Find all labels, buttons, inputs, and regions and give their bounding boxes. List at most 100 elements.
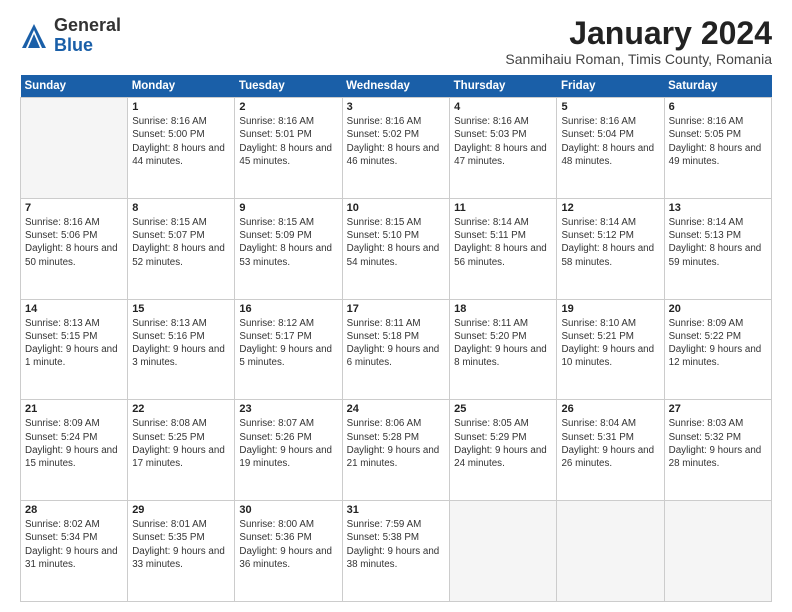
day-cell: 11 Sunrise: 8:14 AMSunset: 5:11 PMDayligh… (450, 198, 557, 299)
day-number: 30 (239, 504, 337, 516)
day-cell: 10Sunrise: 8:15 AMSunset: 5:10 PMDayligh… (342, 198, 450, 299)
day-cell: 18 Sunrise: 8:11 AMSunset: 5:20 PMDayligh… (450, 299, 557, 400)
day-info: Sunrise: 8:10 AMSunset: 5:21 PMDaylight:… (561, 317, 659, 370)
day-number: 20 (669, 303, 767, 315)
day-number: 26 (561, 403, 659, 415)
day-number: 27 (669, 403, 767, 415)
day-cell (450, 501, 557, 602)
weekday-header-sunday: Sunday (21, 75, 128, 98)
day-number: 29 (132, 504, 230, 516)
day-number: 3 (347, 101, 446, 113)
day-cell: 15 Sunrise: 8:13 AMSunset: 5:16 PMDayligh… (128, 299, 235, 400)
logo: General Blue (20, 16, 121, 56)
day-number: 15 (132, 303, 230, 315)
day-info: Sunrise: 8:00 AMSunset: 5:36 PMDaylight:… (239, 518, 337, 571)
day-cell: 22 Sunrise: 8:08 AMSunset: 5:25 PMDayligh… (128, 400, 235, 501)
logo-general: General (54, 15, 121, 35)
day-number: 14 (25, 303, 123, 315)
week-row-2: 7Sunrise: 8:16 AMSunset: 5:06 PMDaylight… (21, 198, 772, 299)
day-number: 2 (239, 101, 337, 113)
day-info: Sunrise: 8:02 AMSunset: 5:34 PMDaylight:… (25, 518, 123, 571)
day-info: Sunrise: 8:14 AMSunset: 5:13 PMDaylight:… (669, 216, 767, 269)
day-info: Sunrise: 8:11 AMSunset: 5:18 PMDaylight:… (347, 317, 446, 370)
day-number: 16 (239, 303, 337, 315)
weekday-header-friday: Friday (557, 75, 664, 98)
weekday-header-wednesday: Wednesday (342, 75, 450, 98)
day-info: Sunrise: 8:03 AMSunset: 5:32 PMDaylight:… (669, 417, 767, 470)
day-number: 11 (454, 202, 552, 214)
day-cell: 2 Sunrise: 8:16 AMSunset: 5:01 PMDaylight… (235, 98, 342, 199)
day-cell: 21 Sunrise: 8:09 AMSunset: 5:24 PMDayligh… (21, 400, 128, 501)
title-month: January 2024 (505, 16, 772, 51)
day-info: Sunrise: 8:15 AMSunset: 5:07 PMDaylight:… (132, 216, 230, 269)
day-number: 21 (25, 403, 123, 415)
day-info: Sunrise: 8:01 AMSunset: 5:35 PMDaylight:… (132, 518, 230, 571)
day-cell: 8 Sunrise: 8:15 AMSunset: 5:07 PMDaylight… (128, 198, 235, 299)
day-cell: 30 Sunrise: 8:00 AMSunset: 5:36 PMDayligh… (235, 501, 342, 602)
title-block: January 2024 Sanmihaiu Roman, Timis Coun… (505, 16, 772, 67)
day-info: Sunrise: 7:59 AMSunset: 5:38 PMDaylight:… (347, 518, 446, 571)
day-number: 28 (25, 504, 123, 516)
day-cell: 25 Sunrise: 8:05 AMSunset: 5:29 PMDayligh… (450, 400, 557, 501)
day-cell: 5Sunrise: 8:16 AMSunset: 5:04 PMDaylight… (557, 98, 664, 199)
day-cell: 27 Sunrise: 8:03 AMSunset: 5:32 PMDayligh… (664, 400, 771, 501)
logo-text: General Blue (54, 16, 121, 56)
day-info: Sunrise: 8:06 AMSunset: 5:28 PMDaylight:… (347, 417, 446, 470)
logo-icon (20, 22, 48, 50)
title-location: Sanmihaiu Roman, Timis County, Romania (505, 51, 772, 67)
day-cell: 6Sunrise: 8:16 AMSunset: 5:05 PMDaylight… (664, 98, 771, 199)
day-cell: 24 Sunrise: 8:06 AMSunset: 5:28 PMDayligh… (342, 400, 450, 501)
day-number: 12 (561, 202, 659, 214)
day-number: 25 (454, 403, 552, 415)
day-cell: 31 Sunrise: 7:59 AMSunset: 5:38 PMDayligh… (342, 501, 450, 602)
day-cell: 29 Sunrise: 8:01 AMSunset: 5:35 PMDayligh… (128, 501, 235, 602)
calendar-page: General Blue January 2024 Sanmihaiu Roma… (0, 0, 792, 612)
day-number: 5 (561, 101, 659, 113)
day-number: 8 (132, 202, 230, 214)
week-row-3: 14Sunrise: 8:13 AMSunset: 5:15 PMDayligh… (21, 299, 772, 400)
weekday-header-tuesday: Tuesday (235, 75, 342, 98)
day-info: Sunrise: 8:11 AMSunset: 5:20 PMDaylight:… (454, 317, 552, 370)
day-number: 9 (239, 202, 337, 214)
weekday-header-thursday: Thursday (450, 75, 557, 98)
day-cell (557, 501, 664, 602)
day-cell: 13Sunrise: 8:14 AMSunset: 5:13 PMDayligh… (664, 198, 771, 299)
day-number: 23 (239, 403, 337, 415)
day-number: 10 (347, 202, 446, 214)
day-info: Sunrise: 8:09 AMSunset: 5:24 PMDaylight:… (25, 417, 123, 470)
day-info: Sunrise: 8:05 AMSunset: 5:29 PMDaylight:… (454, 417, 552, 470)
day-info: Sunrise: 8:08 AMSunset: 5:25 PMDaylight:… (132, 417, 230, 470)
day-number: 4 (454, 101, 552, 113)
logo-blue: Blue (54, 35, 93, 55)
day-info: Sunrise: 8:09 AMSunset: 5:22 PMDaylight:… (669, 317, 767, 370)
day-info: Sunrise: 8:04 AMSunset: 5:31 PMDaylight:… (561, 417, 659, 470)
day-cell: 17Sunrise: 8:11 AMSunset: 5:18 PMDayligh… (342, 299, 450, 400)
day-info: Sunrise: 8:14 AMSunset: 5:11 PMDaylight:… (454, 216, 552, 269)
weekday-header-row: SundayMondayTuesdayWednesdayThursdayFrid… (21, 75, 772, 98)
day-number: 18 (454, 303, 552, 315)
day-cell: 9Sunrise: 8:15 AMSunset: 5:09 PMDaylight… (235, 198, 342, 299)
week-row-4: 21 Sunrise: 8:09 AMSunset: 5:24 PMDayligh… (21, 400, 772, 501)
day-cell: 23Sunrise: 8:07 AMSunset: 5:26 PMDayligh… (235, 400, 342, 501)
day-cell: 12 Sunrise: 8:14 AMSunset: 5:12 PMDayligh… (557, 198, 664, 299)
day-cell (21, 98, 128, 199)
day-number: 7 (25, 202, 123, 214)
day-cell: 1Sunrise: 8:16 AMSunset: 5:00 PMDaylight… (128, 98, 235, 199)
day-number: 31 (347, 504, 446, 516)
day-number: 22 (132, 403, 230, 415)
day-cell: 26 Sunrise: 8:04 AMSunset: 5:31 PMDayligh… (557, 400, 664, 501)
day-cell: 19Sunrise: 8:10 AMSunset: 5:21 PMDayligh… (557, 299, 664, 400)
day-info: Sunrise: 8:16 AMSunset: 5:03 PMDaylight:… (454, 115, 552, 168)
day-cell: 3Sunrise: 8:16 AMSunset: 5:02 PMDaylight… (342, 98, 450, 199)
weekday-header-saturday: Saturday (664, 75, 771, 98)
day-cell: 28 Sunrise: 8:02 AMSunset: 5:34 PMDayligh… (21, 501, 128, 602)
week-row-5: 28 Sunrise: 8:02 AMSunset: 5:34 PMDayligh… (21, 501, 772, 602)
day-info: Sunrise: 8:14 AMSunset: 5:12 PMDaylight:… (561, 216, 659, 269)
day-cell (664, 501, 771, 602)
day-number: 24 (347, 403, 446, 415)
day-info: Sunrise: 8:13 AMSunset: 5:16 PMDaylight:… (132, 317, 230, 370)
weekday-header-monday: Monday (128, 75, 235, 98)
day-info: Sunrise: 8:16 AMSunset: 5:01 PMDaylight:… (239, 115, 337, 168)
day-cell: 20 Sunrise: 8:09 AMSunset: 5:22 PMDayligh… (664, 299, 771, 400)
day-info: Sunrise: 8:16 AMSunset: 5:00 PMDaylight:… (132, 115, 230, 168)
